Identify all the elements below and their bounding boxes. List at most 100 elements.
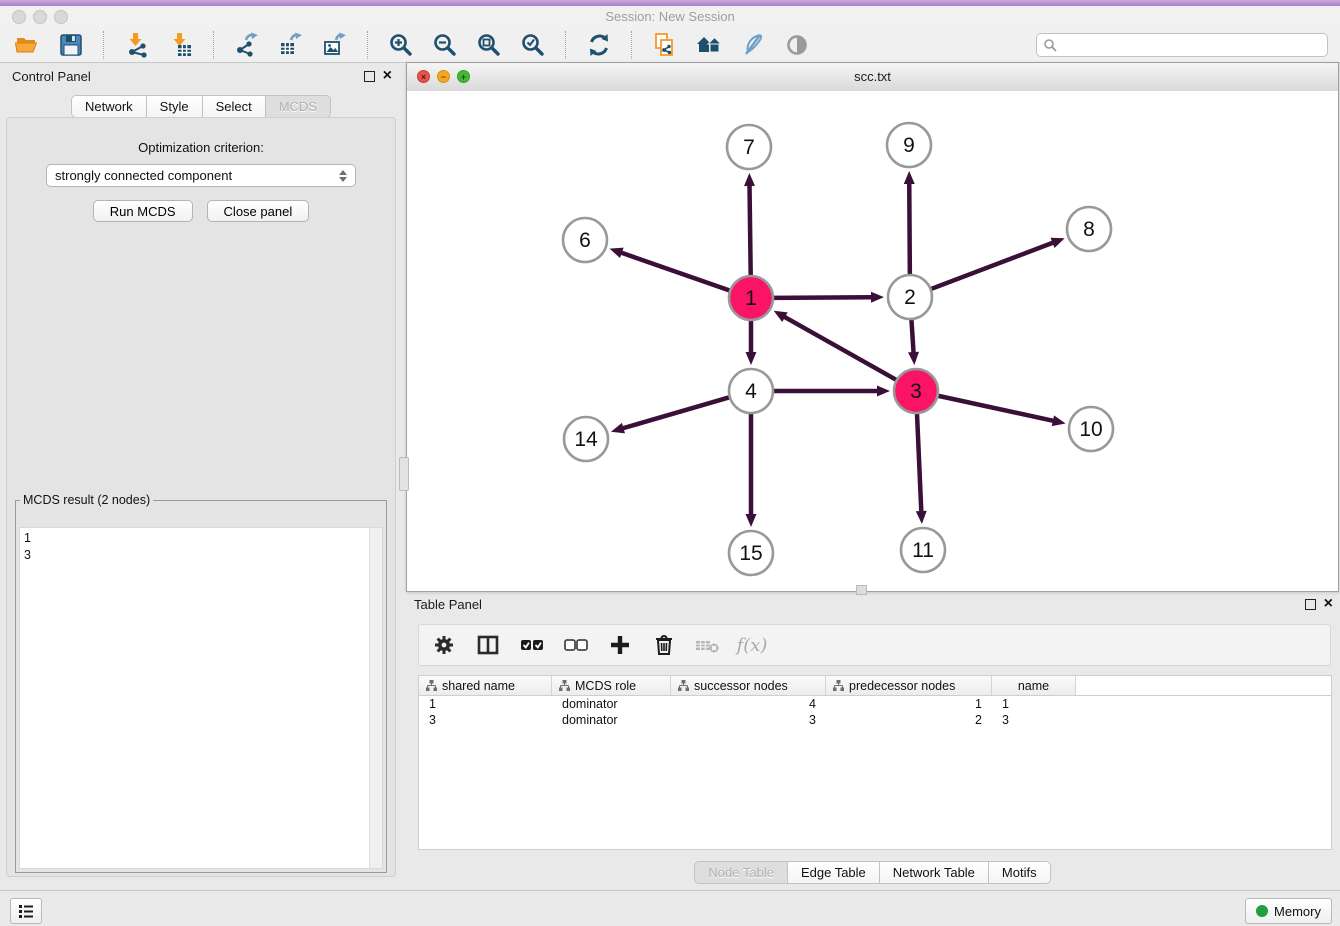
zoom-in-button[interactable] bbox=[386, 30, 416, 60]
export-network-button[interactable] bbox=[232, 30, 262, 60]
graph-edge-2-9[interactable] bbox=[909, 183, 910, 274]
import-table-button[interactable] bbox=[166, 30, 196, 60]
function-icon: f(x) bbox=[737, 635, 768, 656]
graph-node-label: 6 bbox=[579, 229, 591, 252]
tab-edge-table[interactable]: Edge Table bbox=[788, 861, 880, 884]
column-header-successor-nodes[interactable]: successor nodes bbox=[671, 676, 826, 695]
unchecked-boxes-icon bbox=[563, 633, 589, 657]
column-sort-icon bbox=[559, 680, 570, 691]
toggle-columns-button[interactable] bbox=[471, 630, 505, 660]
tab-motifs[interactable]: Motifs bbox=[989, 861, 1051, 884]
table-settings-button[interactable] bbox=[427, 630, 461, 660]
table-tabs: Node TableEdge TableNetwork TableMotifs bbox=[406, 861, 1339, 884]
clone-network-icon bbox=[652, 32, 678, 58]
graph-edge-1-7[interactable] bbox=[750, 185, 751, 275]
mcds-result-box[interactable]: 1 3 bbox=[19, 527, 383, 869]
homes-icon bbox=[695, 32, 723, 58]
graph-edge-1-2[interactable] bbox=[774, 297, 872, 298]
export-table-button[interactable] bbox=[276, 30, 306, 60]
graph-edge-arrowhead bbox=[610, 248, 624, 258]
refresh-layout-button[interactable] bbox=[584, 30, 614, 60]
eye-icon bbox=[784, 32, 810, 58]
column-header-name[interactable]: name bbox=[992, 676, 1076, 695]
graph-svg[interactable]: 1234678910111415 bbox=[407, 91, 1338, 591]
column-header-label: successor nodes bbox=[694, 679, 788, 693]
checked-boxes-icon bbox=[519, 633, 545, 657]
table-cell[interactable]: dominator bbox=[552, 697, 671, 711]
criterion-select[interactable]: strongly connected component bbox=[46, 164, 356, 187]
float-panel-icon[interactable] bbox=[1305, 599, 1316, 610]
table-cell[interactable]: 1 bbox=[419, 697, 552, 711]
column-header-label: name bbox=[1018, 679, 1049, 693]
list-icon bbox=[17, 902, 35, 920]
panel-divider-grip-vertical[interactable] bbox=[399, 457, 409, 491]
delete-button[interactable] bbox=[647, 630, 681, 660]
add-button[interactable] bbox=[603, 630, 637, 660]
tab-network-table[interactable]: Network Table bbox=[880, 861, 989, 884]
column-header-shared-name[interactable]: shared name bbox=[419, 676, 552, 695]
table-cell[interactable]: 4 bbox=[671, 697, 826, 711]
memory-label: Memory bbox=[1274, 904, 1321, 919]
graph-edge-arrowhead bbox=[871, 292, 884, 303]
memory-button[interactable]: Memory bbox=[1245, 898, 1332, 924]
save-session-button[interactable] bbox=[56, 30, 86, 60]
column-header-predecessor-nodes[interactable]: predecessor nodes bbox=[826, 676, 992, 695]
zoom-out-button[interactable] bbox=[430, 30, 460, 60]
columns-icon bbox=[476, 633, 500, 657]
network-canvas[interactable]: 1234678910111415 bbox=[407, 91, 1338, 591]
toggle-visibility-button[interactable] bbox=[782, 30, 812, 60]
tab-network[interactable]: Network bbox=[71, 95, 147, 118]
export-image-button[interactable] bbox=[320, 30, 350, 60]
clone-network-button[interactable] bbox=[650, 30, 680, 60]
graph-edge-arrowhead bbox=[746, 352, 757, 365]
mcds-result-scrollbar[interactable] bbox=[369, 528, 382, 868]
close-panel-icon[interactable]: × bbox=[1324, 598, 1333, 610]
hide-style-button[interactable] bbox=[738, 30, 768, 60]
close-panel-icon[interactable]: × bbox=[383, 70, 392, 82]
table-cell[interactable]: 1 bbox=[992, 697, 1076, 711]
table-cell[interactable]: 2 bbox=[826, 713, 992, 727]
gear-icon bbox=[432, 633, 456, 657]
open-folder-icon bbox=[14, 32, 40, 58]
table-cell[interactable]: 3 bbox=[419, 713, 552, 727]
zoom-selected-button[interactable] bbox=[518, 30, 548, 60]
task-history-button[interactable] bbox=[10, 898, 42, 924]
graph-edge-2-3[interactable] bbox=[911, 320, 913, 353]
graph-edge-1-6[interactable] bbox=[621, 253, 729, 291]
show-all-networks-button[interactable] bbox=[694, 30, 724, 60]
table-cell[interactable]: dominator bbox=[552, 713, 671, 727]
graph-edge-arrowhead bbox=[916, 511, 927, 524]
table-cell[interactable]: 3 bbox=[671, 713, 826, 727]
zoom-fit-button[interactable] bbox=[474, 30, 504, 60]
toolbar-divider bbox=[213, 31, 215, 59]
table-cell[interactable]: 1 bbox=[826, 697, 992, 711]
table-cell[interactable]: 3 bbox=[992, 713, 1076, 727]
table-row[interactable]: 3dominator323 bbox=[419, 712, 1331, 728]
run-mcds-button[interactable]: Run MCDS bbox=[93, 200, 193, 222]
graph-edge-3-1[interactable] bbox=[784, 317, 896, 380]
close-panel-button[interactable]: Close panel bbox=[207, 200, 310, 222]
table-body: 1dominator4113dominator323 bbox=[419, 696, 1331, 728]
tab-select[interactable]: Select bbox=[203, 95, 266, 118]
column-header-MCDS-role[interactable]: MCDS role bbox=[552, 676, 671, 695]
tab-style[interactable]: Style bbox=[147, 95, 203, 118]
graph-edge-4-14[interactable] bbox=[622, 397, 728, 428]
import-network-button[interactable] bbox=[122, 30, 152, 60]
table-row[interactable]: 1dominator411 bbox=[419, 696, 1331, 712]
search-box[interactable] bbox=[1036, 33, 1328, 57]
table-panel-title: Table Panel bbox=[414, 597, 482, 612]
graph-edge-3-10[interactable] bbox=[938, 396, 1053, 421]
select-all-button[interactable] bbox=[515, 630, 549, 660]
search-input[interactable] bbox=[1061, 37, 1321, 54]
network-window-titlebar[interactable]: × − + scc.txt bbox=[407, 63, 1338, 92]
graph-edge-3-11[interactable] bbox=[917, 414, 921, 512]
tab-node-table[interactable]: Node Table bbox=[694, 861, 788, 884]
tab-mcds[interactable]: MCDS bbox=[266, 95, 331, 118]
unselect-all-button[interactable] bbox=[559, 630, 593, 660]
open-session-button[interactable] bbox=[12, 30, 42, 60]
graph-edge-arrowhead bbox=[746, 514, 757, 527]
graph-node-label: 9 bbox=[903, 134, 915, 157]
mcds-result-title: MCDS result (2 nodes) bbox=[20, 493, 153, 507]
float-panel-icon[interactable] bbox=[364, 71, 375, 82]
graph-edge-2-8[interactable] bbox=[932, 242, 1054, 288]
